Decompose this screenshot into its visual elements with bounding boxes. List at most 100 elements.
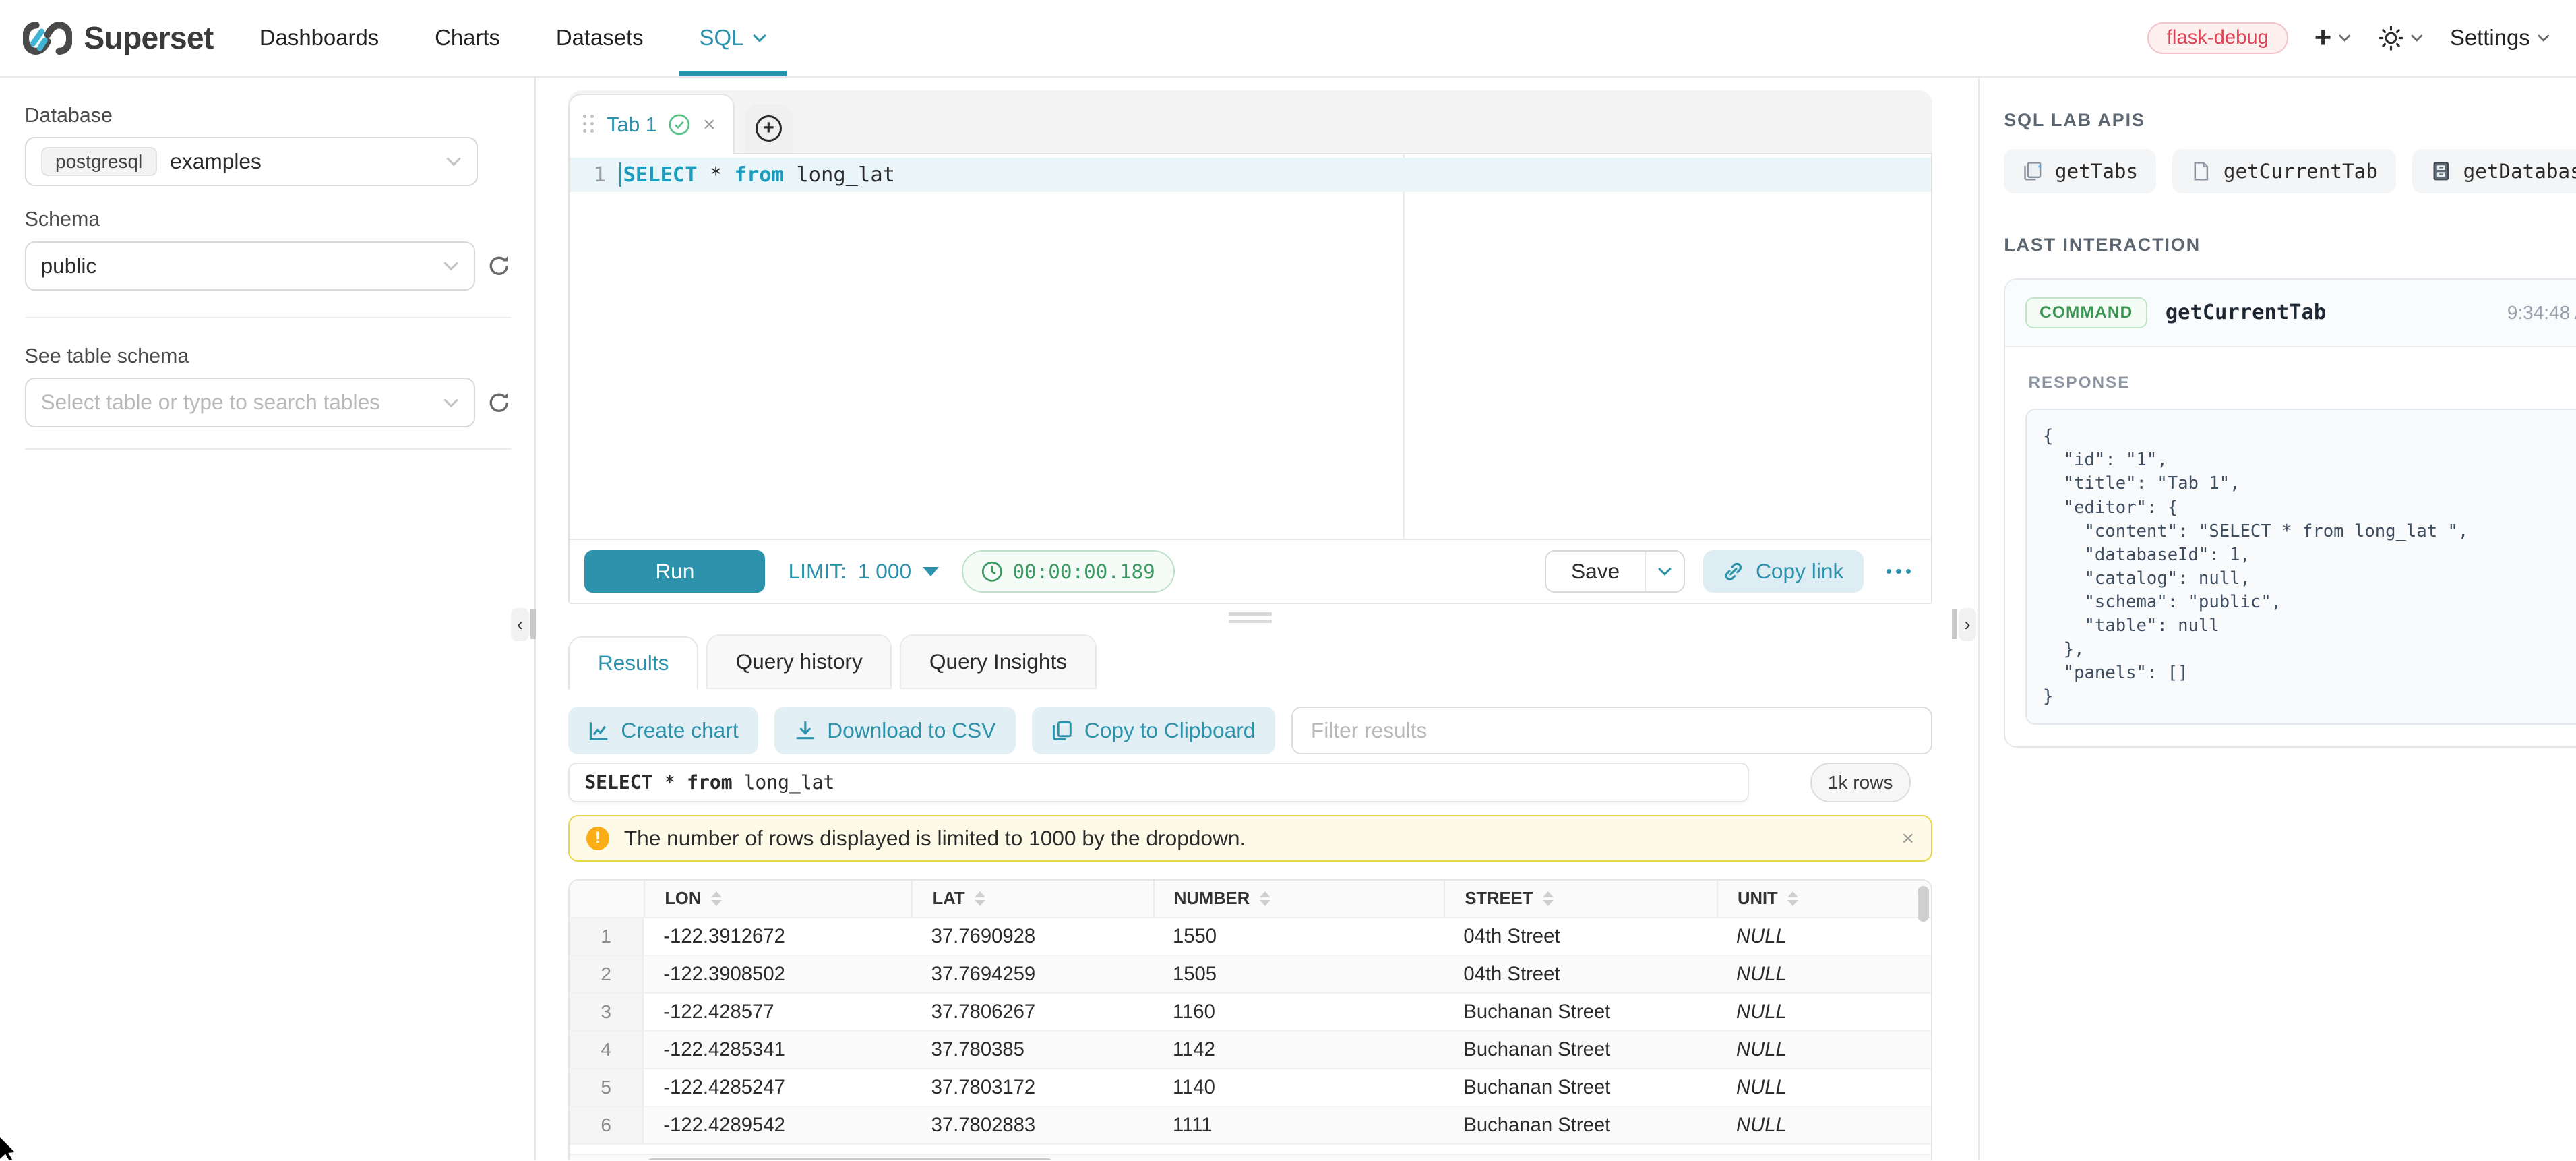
table-cell: NULL bbox=[1717, 994, 1914, 1030]
schema-value: public bbox=[41, 254, 97, 278]
brand-name: Superset bbox=[84, 20, 213, 56]
table-cell: 04th Street bbox=[1444, 956, 1717, 992]
tab-results[interactable]: Results bbox=[568, 636, 698, 690]
scrollbar-thumb[interactable] bbox=[647, 1158, 1053, 1160]
row-number: 6 bbox=[570, 1107, 644, 1143]
panel-drag-handle[interactable] bbox=[1952, 609, 1957, 639]
table-cell: Buchanan Street bbox=[1444, 1032, 1717, 1068]
row-count-badge: 1k rows bbox=[1810, 763, 1911, 802]
row-number: 2 bbox=[570, 956, 644, 992]
limit-dropdown[interactable]: LIMIT:1 000 bbox=[789, 559, 940, 584]
editor-results-splitter[interactable] bbox=[1229, 612, 1271, 623]
column-header-street[interactable]: STREET bbox=[1444, 881, 1717, 917]
results-tab-bar: Results Query history Query Insights bbox=[568, 633, 1932, 689]
apis-section-title: SQL LAB APIS bbox=[2004, 110, 2576, 131]
table-cell: 1142 bbox=[1153, 1032, 1444, 1068]
column-header-unit[interactable]: UNIT bbox=[1717, 881, 1914, 917]
close-tab-icon[interactable]: × bbox=[702, 114, 717, 136]
sql-code-editor[interactable]: 1 SELECT * from long_lat bbox=[570, 154, 1930, 539]
table-cell: Buchanan Street bbox=[1444, 1069, 1717, 1106]
table-cell: NULL bbox=[1717, 918, 1914, 955]
response-json: { "id": "1", "title": "Tab 1", "editor":… bbox=[2043, 425, 2576, 709]
filter-results-input[interactable] bbox=[1291, 707, 1932, 754]
create-chart-button[interactable]: Create chart bbox=[568, 707, 758, 754]
settings-menu[interactable]: Settings bbox=[2450, 25, 2550, 51]
run-query-button[interactable]: Run bbox=[584, 550, 765, 593]
sun-icon bbox=[2378, 25, 2404, 51]
api-buttons: getTabs getCurrentTab bbox=[2004, 149, 2576, 194]
refresh-icon bbox=[487, 390, 512, 415]
response-label: RESPONSE bbox=[2028, 374, 2576, 392]
table-row: 2-122.390850237.7694259150504th StreetNU… bbox=[570, 955, 1930, 992]
tab-query-insights[interactable]: Query Insights bbox=[900, 634, 1096, 688]
column-header-lon[interactable]: LON bbox=[644, 881, 911, 917]
chevron-down-icon bbox=[443, 261, 459, 271]
new-tab-button[interactable]: + bbox=[745, 104, 793, 153]
api-getdatabases-button[interactable]: getDatabases bbox=[2412, 149, 2576, 194]
schema-sidebar: Database postgresql examples Schema publ… bbox=[0, 78, 536, 1160]
column-header-lat[interactable]: LAT bbox=[911, 881, 1153, 917]
table-row: 6-122.428954237.78028831111Buchanan Stre… bbox=[570, 1106, 1930, 1143]
chevron-down-icon bbox=[446, 156, 462, 167]
drag-handle-icon[interactable] bbox=[583, 115, 595, 134]
more-actions-button[interactable] bbox=[1881, 569, 1915, 574]
chevron-down-icon bbox=[443, 398, 459, 408]
editor-tab[interactable]: Tab 1 × bbox=[568, 94, 735, 154]
top-nav: Superset Dashboards Charts Datasets SQL … bbox=[0, 0, 2576, 78]
table-cell: 1111 bbox=[1153, 1107, 1444, 1143]
table-horizontal-scrollbar[interactable] bbox=[570, 1154, 1930, 1160]
nav-right: flask-debug + Settings bbox=[2147, 22, 2550, 54]
table-cell: -122.3908502 bbox=[644, 956, 911, 992]
link-icon bbox=[1723, 561, 1744, 583]
table-cell: -122.4285341 bbox=[644, 1032, 911, 1068]
table-row: 4-122.428534137.7803851142Buchanan Stree… bbox=[570, 1030, 1930, 1068]
page-icon bbox=[2190, 160, 2212, 182]
sidebar-drag-handle[interactable] bbox=[530, 609, 535, 639]
superset-logo-icon bbox=[23, 21, 72, 55]
sort-icon bbox=[975, 891, 985, 906]
column-header-number[interactable]: NUMBER bbox=[1153, 881, 1444, 917]
save-button[interactable]: Save bbox=[1546, 552, 1644, 591]
chevron-down-icon bbox=[752, 33, 767, 43]
nav-item-dashboards[interactable]: Dashboards bbox=[259, 0, 379, 76]
table-select[interactable]: Select table or type to search tables bbox=[25, 378, 475, 427]
table-schema-label: See table schema bbox=[25, 345, 512, 368]
table-vertical-scrollbar[interactable] bbox=[1918, 886, 1929, 922]
superset-logo[interactable]: Superset bbox=[23, 20, 213, 56]
table-cell: 37.7802883 bbox=[911, 1107, 1153, 1143]
table-cell: 1140 bbox=[1153, 1069, 1444, 1106]
theme-toggle[interactable] bbox=[2378, 25, 2424, 51]
table-cell: 1505 bbox=[1153, 956, 1444, 992]
nav-item-datasets[interactable]: Datasets bbox=[556, 0, 644, 76]
command-badge: COMMAND bbox=[2025, 297, 2147, 329]
new-item-button[interactable]: + bbox=[2314, 23, 2352, 53]
results-actions: Create chart Download to CSV Copy bbox=[568, 707, 1932, 754]
table-cell: NULL bbox=[1717, 1107, 1914, 1143]
save-options-caret[interactable] bbox=[1645, 552, 1684, 591]
collapse-panel-button[interactable]: › bbox=[1959, 608, 1977, 641]
copy-link-button[interactable]: Copy link bbox=[1703, 550, 1864, 593]
table-header: LON LAT NUMBER STREET UNIT bbox=[570, 881, 1930, 917]
warning-message: The number of rows displayed is limited … bbox=[624, 826, 1246, 851]
timer-value: 00:00:00.189 bbox=[1012, 560, 1155, 583]
collapse-sidebar-button[interactable]: ‹ bbox=[511, 608, 529, 641]
api-getcurrenttab-button[interactable]: getCurrentTab bbox=[2172, 149, 2395, 194]
api-gettabs-button[interactable]: getTabs bbox=[2004, 149, 2156, 194]
tab-query-history[interactable]: Query history bbox=[706, 634, 892, 688]
nav-item-charts[interactable]: Charts bbox=[435, 0, 500, 76]
refresh-schemas-button[interactable] bbox=[487, 254, 512, 278]
download-csv-button[interactable]: Download to CSV bbox=[774, 707, 1015, 754]
table-cell: NULL bbox=[1717, 1032, 1914, 1068]
database-select[interactable]: postgresql examples bbox=[25, 137, 479, 186]
dismiss-warning-icon[interactable]: × bbox=[1902, 826, 1915, 851]
nav-item-sql[interactable]: SQL bbox=[700, 0, 767, 76]
schema-select[interactable]: public bbox=[25, 241, 475, 291]
warning-icon: ! bbox=[586, 827, 609, 850]
interaction-header: COMMAND getCurrentTab 9:34:48 AM bbox=[2005, 280, 2576, 347]
refresh-tables-button[interactable] bbox=[487, 390, 512, 415]
plus-circle-icon: + bbox=[756, 115, 782, 142]
results-table: LON LAT NUMBER STREET UNIT 1-122.3912672… bbox=[568, 879, 1932, 1160]
table-cell: 37.7694259 bbox=[911, 956, 1153, 992]
copy-clipboard-button[interactable]: Copy to Clipboard bbox=[1032, 707, 1275, 754]
schema-label: Schema bbox=[25, 208, 512, 231]
